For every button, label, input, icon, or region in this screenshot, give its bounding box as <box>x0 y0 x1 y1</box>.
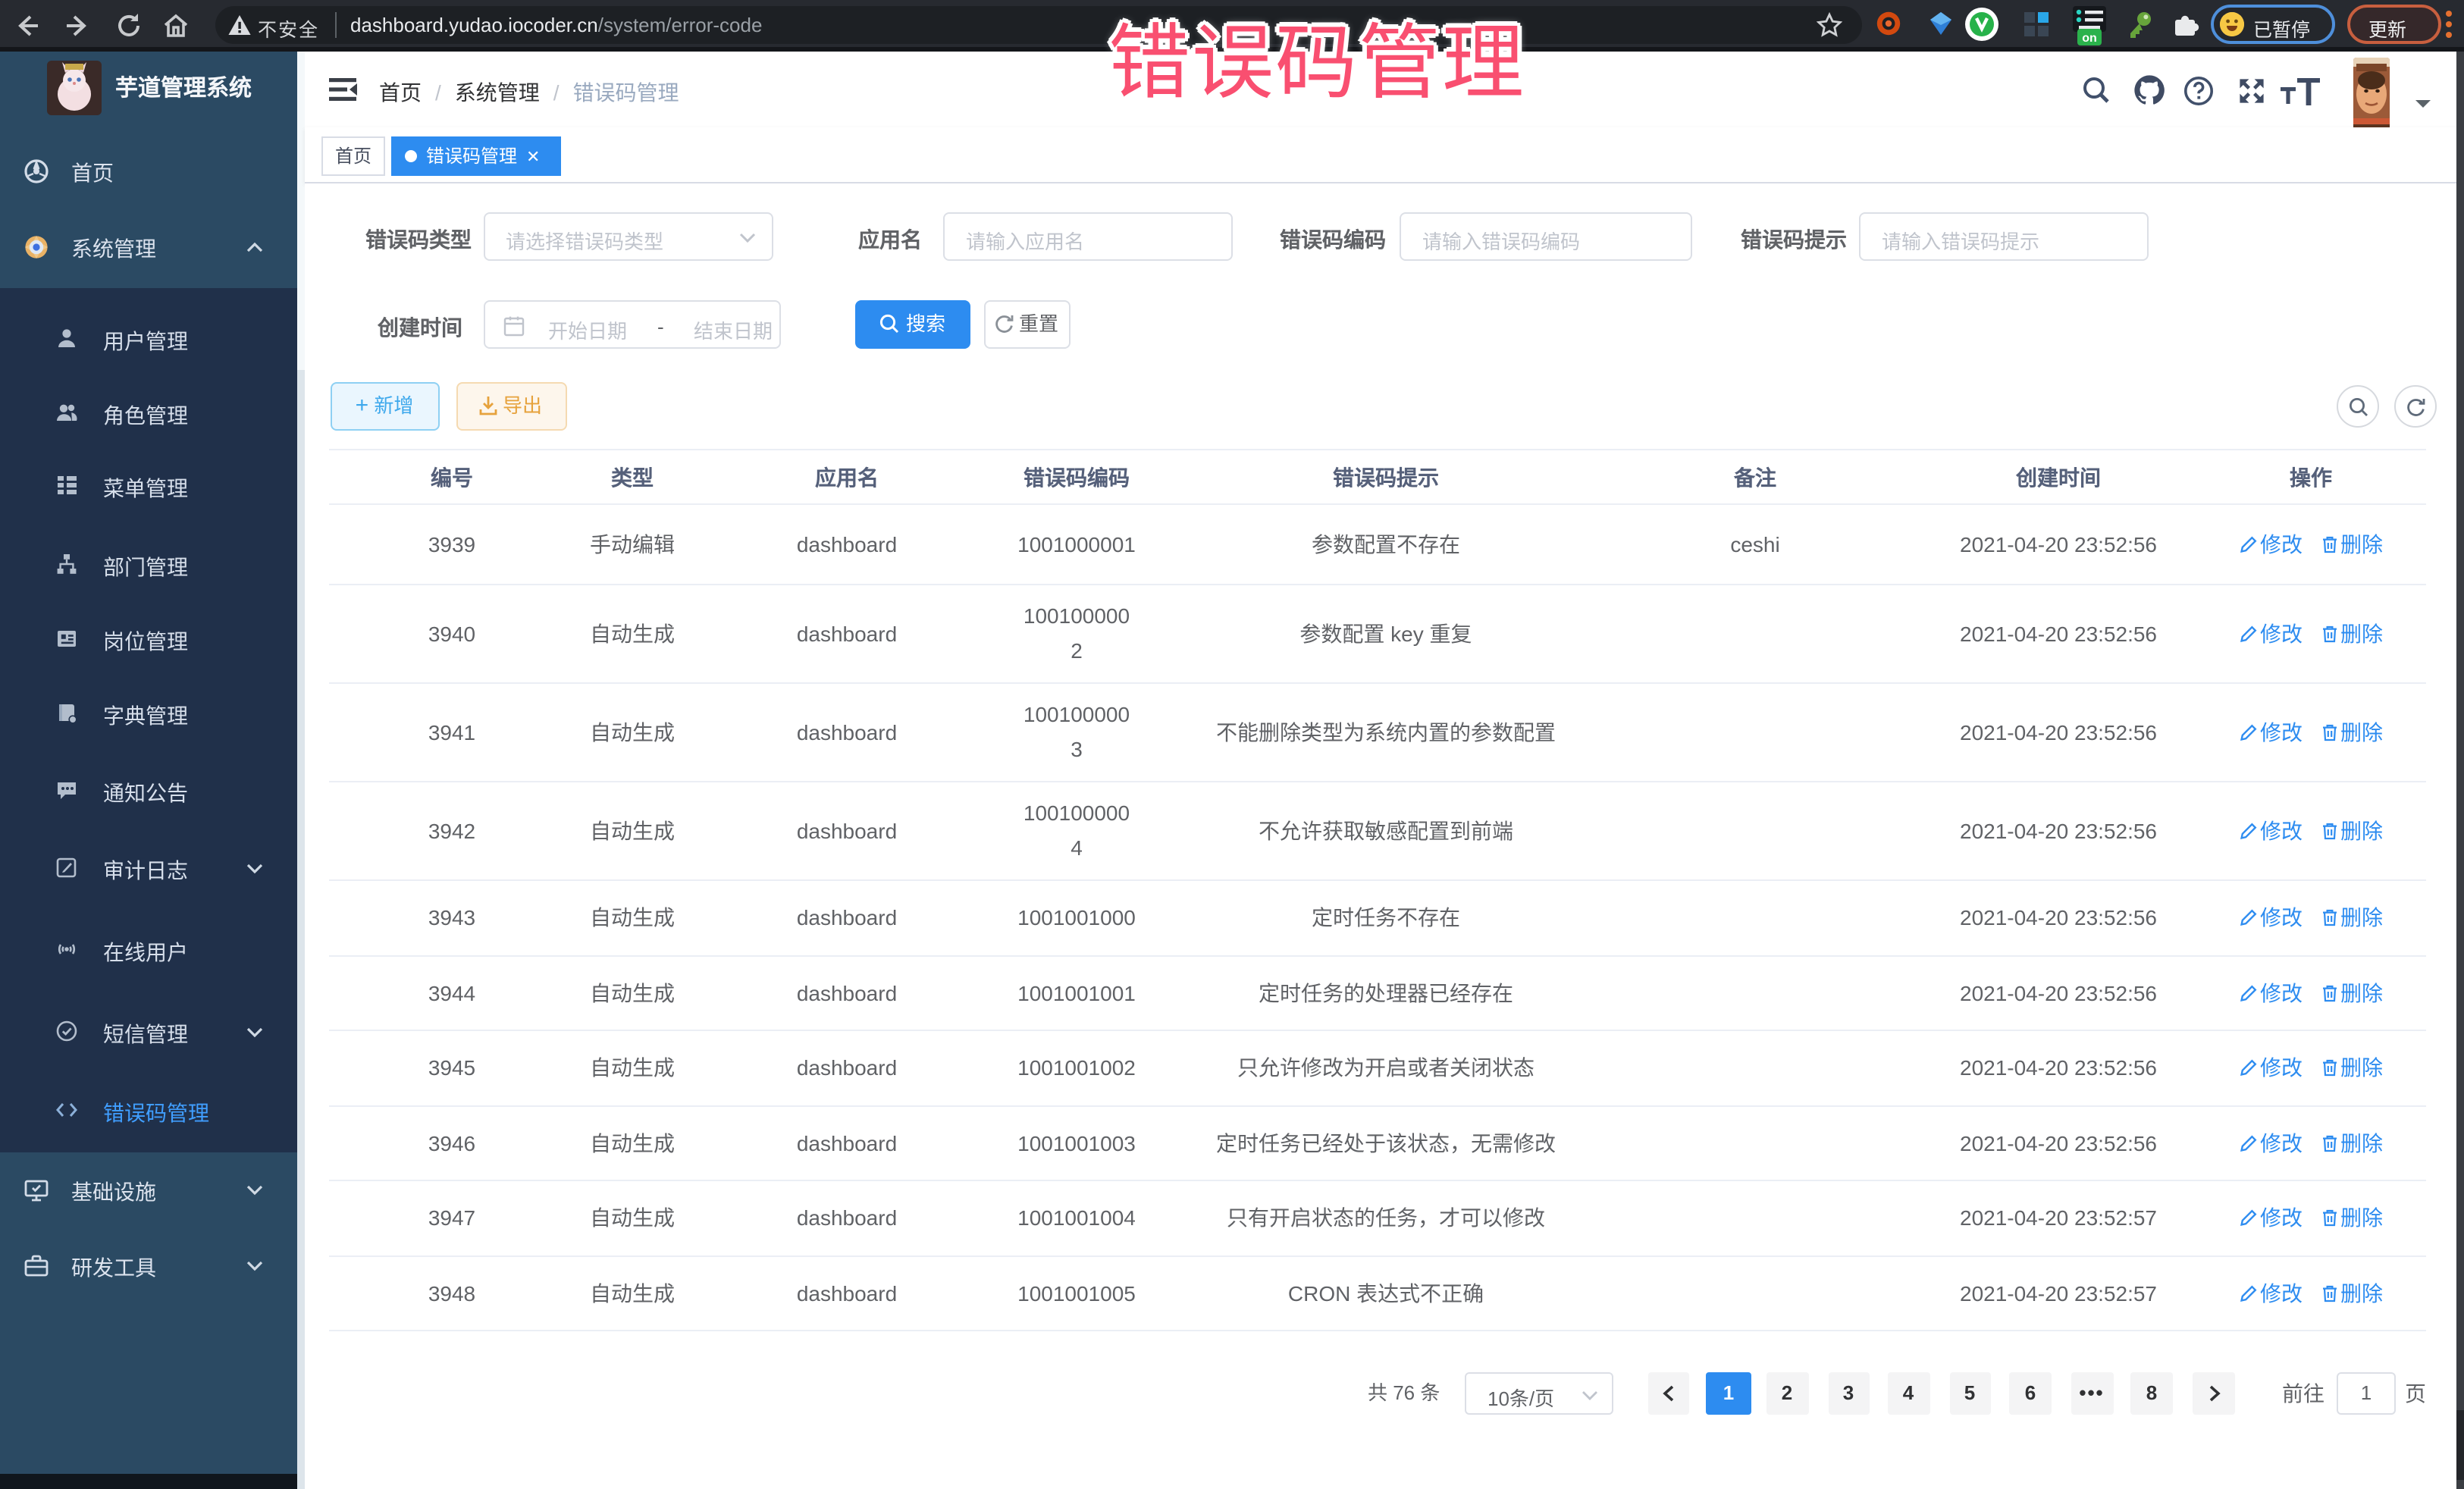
svg-text:on: on <box>2082 32 2097 45</box>
